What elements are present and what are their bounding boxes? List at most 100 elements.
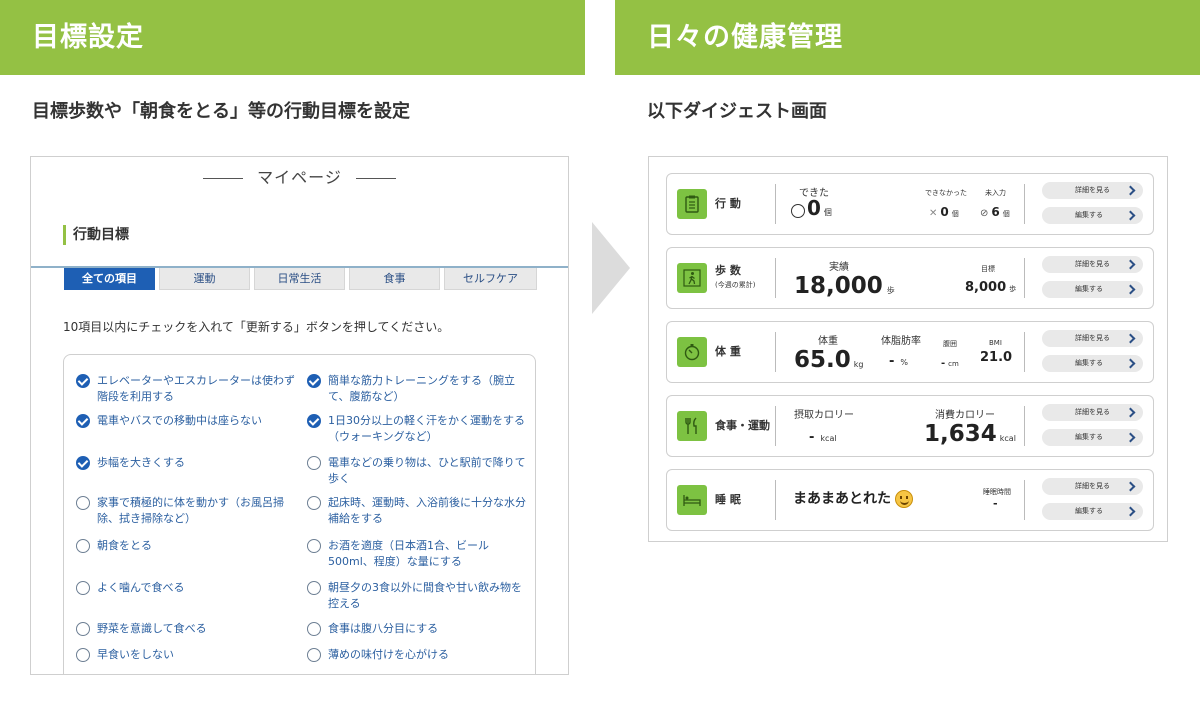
- tab-self-care[interactable]: セルフケア: [444, 268, 537, 290]
- walking-person-icon: [677, 263, 707, 293]
- checklist-item[interactable]: 食事は腹八分目にする: [307, 621, 528, 637]
- checklist-item-label: 電車などの乗り物は、ひと駅前で降りて歩く: [328, 456, 526, 485]
- sleep-edit-button[interactable]: 編集する: [1042, 503, 1143, 520]
- sleep-detail-button[interactable]: 詳細を見る: [1042, 478, 1143, 495]
- tab-daily-life[interactable]: 日常生活: [254, 268, 345, 290]
- checkbox-empty-icon[interactable]: [307, 539, 321, 553]
- digest-subtitle: 以下ダイジェスト画面: [647, 101, 827, 122]
- steps-actual-unit: 歩: [886, 286, 895, 295]
- checklist-item-label: お酒を適度（日本酒1合、ビール500ml、程度）な量にする: [328, 539, 489, 568]
- unentered-label: 未入力: [985, 189, 1006, 197]
- card-meal-exercise: 食事・運動 摂取カロリー - kcal 消費カロリー 1,634 kcal 詳細を見…: [666, 395, 1154, 457]
- checkbox-empty-icon[interactable]: [76, 648, 90, 662]
- mypage-header: マイページ: [31, 164, 568, 188]
- stopwatch-icon: [677, 337, 707, 367]
- meal-detail-button[interactable]: 詳細を見る: [1042, 404, 1143, 421]
- card-sleep-label: 睡 眠: [715, 493, 741, 506]
- checklist-item-label: 朝食をとる: [97, 539, 152, 552]
- goal-checklist: エレベーターやエスカレーターは使わず階段を利用する 簡単な筋力トレーニングをする（…: [63, 354, 536, 674]
- tab-exercise[interactable]: 運動: [159, 268, 250, 290]
- waist-unit: cm: [948, 360, 959, 368]
- steps-detail-button[interactable]: 詳細を見る: [1042, 256, 1143, 273]
- instruction-text: 10項目以内にチェックを入れて「更新する」ボタンを押してください。: [63, 320, 450, 334]
- checklist-item-label: よく噛んで食べる: [97, 581, 185, 594]
- tab-all-items[interactable]: 全ての項目: [64, 268, 155, 290]
- card-sleep: 睡 眠 まあまあとれた 睡眠時間 - 詳細を見る 編集する: [666, 469, 1154, 531]
- card-steps-label: 歩 数 (今週の累計): [715, 264, 756, 289]
- steps-actual-label: 実績: [829, 262, 849, 273]
- checklist-item[interactable]: エレベーターやエスカレーターは使わず階段を利用する: [76, 373, 297, 405]
- checkbox-empty-icon[interactable]: [76, 539, 90, 553]
- checklist-item[interactable]: 家事で積極的に体を動かす（お風呂掃除、拭き掃除など）: [76, 495, 297, 527]
- intake-value: -: [809, 430, 815, 445]
- checkbox-empty-icon[interactable]: [76, 622, 90, 636]
- action-detail-button[interactable]: 詳細を見る: [1042, 182, 1143, 199]
- weight-value: 65.0: [794, 347, 851, 373]
- checkbox-empty-icon[interactable]: [307, 581, 321, 595]
- checklist-item[interactable]: 簡単な筋力トレーニングをする（腕立て、腹筋など）: [307, 373, 528, 405]
- checkbox-empty-icon[interactable]: [307, 622, 321, 636]
- checklist-item[interactable]: 朝昼夕の3食以外に間食や甘い飲み物を控える: [307, 580, 528, 612]
- checklist-item-label: 朝昼夕の3食以外に間食や甘い飲み物を控える: [328, 581, 522, 610]
- checklist-item[interactable]: 早食いをしない: [76, 647, 297, 663]
- card-action: 行 動 できた 0個 できなかった ✕ 0 個 未入力 ⊘ 6 個 詳細を見る 編集する: [666, 173, 1154, 235]
- bmi-value: 21.0: [980, 350, 1013, 365]
- checklist-item-label: 食事は腹八分目にする: [328, 622, 439, 635]
- checkbox-empty-icon[interactable]: [307, 648, 321, 662]
- weight-unit: kg: [853, 360, 864, 369]
- meal-edit-button[interactable]: 編集する: [1042, 429, 1143, 446]
- unentered-unit: 個: [1002, 210, 1010, 218]
- steps-edit-button[interactable]: 編集する: [1042, 281, 1143, 298]
- done-unit: 個: [823, 208, 832, 217]
- checklist-item[interactable]: 電車などの乗り物は、ひと駅前で降りて歩く: [307, 455, 528, 487]
- checklist-item[interactable]: お酒を適度（日本酒1合、ビール500ml、程度）な量にする: [307, 538, 528, 570]
- checklist-item-label: 薄めの味付けを心がける: [328, 648, 449, 661]
- sleep-time-label: 睡眠時間: [983, 488, 1011, 496]
- checkbox-empty-icon[interactable]: [307, 496, 321, 510]
- checklist-item-label: 早食いをしない: [97, 648, 174, 661]
- intake-unit: kcal: [820, 434, 837, 443]
- checkbox-checked-icon[interactable]: [307, 414, 321, 428]
- checklist-item[interactable]: 電車やバスでの移動中は座らない: [76, 413, 297, 429]
- empty-set-icon: ⊘: [980, 208, 989, 219]
- card-weight: 体 重 体重 65.0 kg 体脂肪率 -% 腹囲 - cm BMI 21.0 詳細…: [666, 321, 1154, 383]
- checklist-item[interactable]: よく噛んで食べる: [76, 580, 297, 596]
- weight-edit-button[interactable]: 編集する: [1042, 355, 1143, 372]
- circle-icon: [791, 203, 805, 218]
- bodyfat-label: 体脂肪率: [881, 336, 921, 347]
- checkbox-empty-icon[interactable]: [76, 581, 90, 595]
- cross-icon: ✕: [929, 208, 938, 219]
- checkbox-empty-icon[interactable]: [307, 456, 321, 470]
- smiley-icon: [895, 490, 913, 508]
- burn-unit: kcal: [999, 434, 1016, 443]
- bodyfat-value: -: [889, 354, 895, 369]
- checkbox-checked-icon[interactable]: [307, 374, 321, 388]
- checklist-item[interactable]: 朝食をとる: [76, 538, 297, 554]
- intake-label: 摂取カロリー: [794, 410, 854, 421]
- fork-knife-icon: [677, 411, 707, 441]
- action-edit-button[interactable]: 編集する: [1042, 207, 1143, 224]
- checklist-item[interactable]: 薄めの味付けを心がける: [307, 647, 528, 663]
- checkbox-checked-icon[interactable]: [76, 374, 90, 388]
- checkbox-checked-icon[interactable]: [76, 414, 90, 428]
- checklist-item-label: 1日30分以上の軽く汗をかく運動をする（ウォーキングなど）: [328, 414, 525, 443]
- checklist-item-label: 野菜を意識して食べる: [97, 622, 207, 635]
- sleep-time-value: -: [993, 497, 998, 510]
- steps-goal-value: 8,000: [965, 280, 1007, 295]
- checklist-item[interactable]: 野菜を意識して食べる: [76, 621, 297, 637]
- checklist-item[interactable]: 歩幅を大きくする: [76, 455, 297, 471]
- notdone-unit: 個: [951, 210, 959, 218]
- checkbox-checked-icon[interactable]: [76, 456, 90, 470]
- checkbox-empty-icon[interactable]: [76, 496, 90, 510]
- waist-label: 腹囲: [943, 340, 957, 348]
- weight-detail-button[interactable]: 詳細を見る: [1042, 330, 1143, 347]
- done-value: 0: [807, 196, 821, 220]
- steps-goal-unit: 歩: [1009, 285, 1017, 293]
- steps-actual-value: 18,000: [794, 273, 883, 299]
- checklist-item[interactable]: 1日30分以上の軽く汗をかく運動をする（ウォーキングなど）: [307, 413, 528, 445]
- checklist-item[interactable]: 起床時、運動時、入浴前後に十分な水分補給をする: [307, 495, 528, 527]
- burn-label: 消費カロリー: [935, 410, 995, 421]
- tab-meals[interactable]: 食事: [349, 268, 440, 290]
- mypage-screenshot: マイページ 行動目標 全ての項目 運動 日常生活 食事 セルフケア 10項目以内…: [30, 156, 569, 675]
- goal-setting-subtitle: 目標歩数や「朝食をとる」等の行動目標を設定: [32, 101, 410, 122]
